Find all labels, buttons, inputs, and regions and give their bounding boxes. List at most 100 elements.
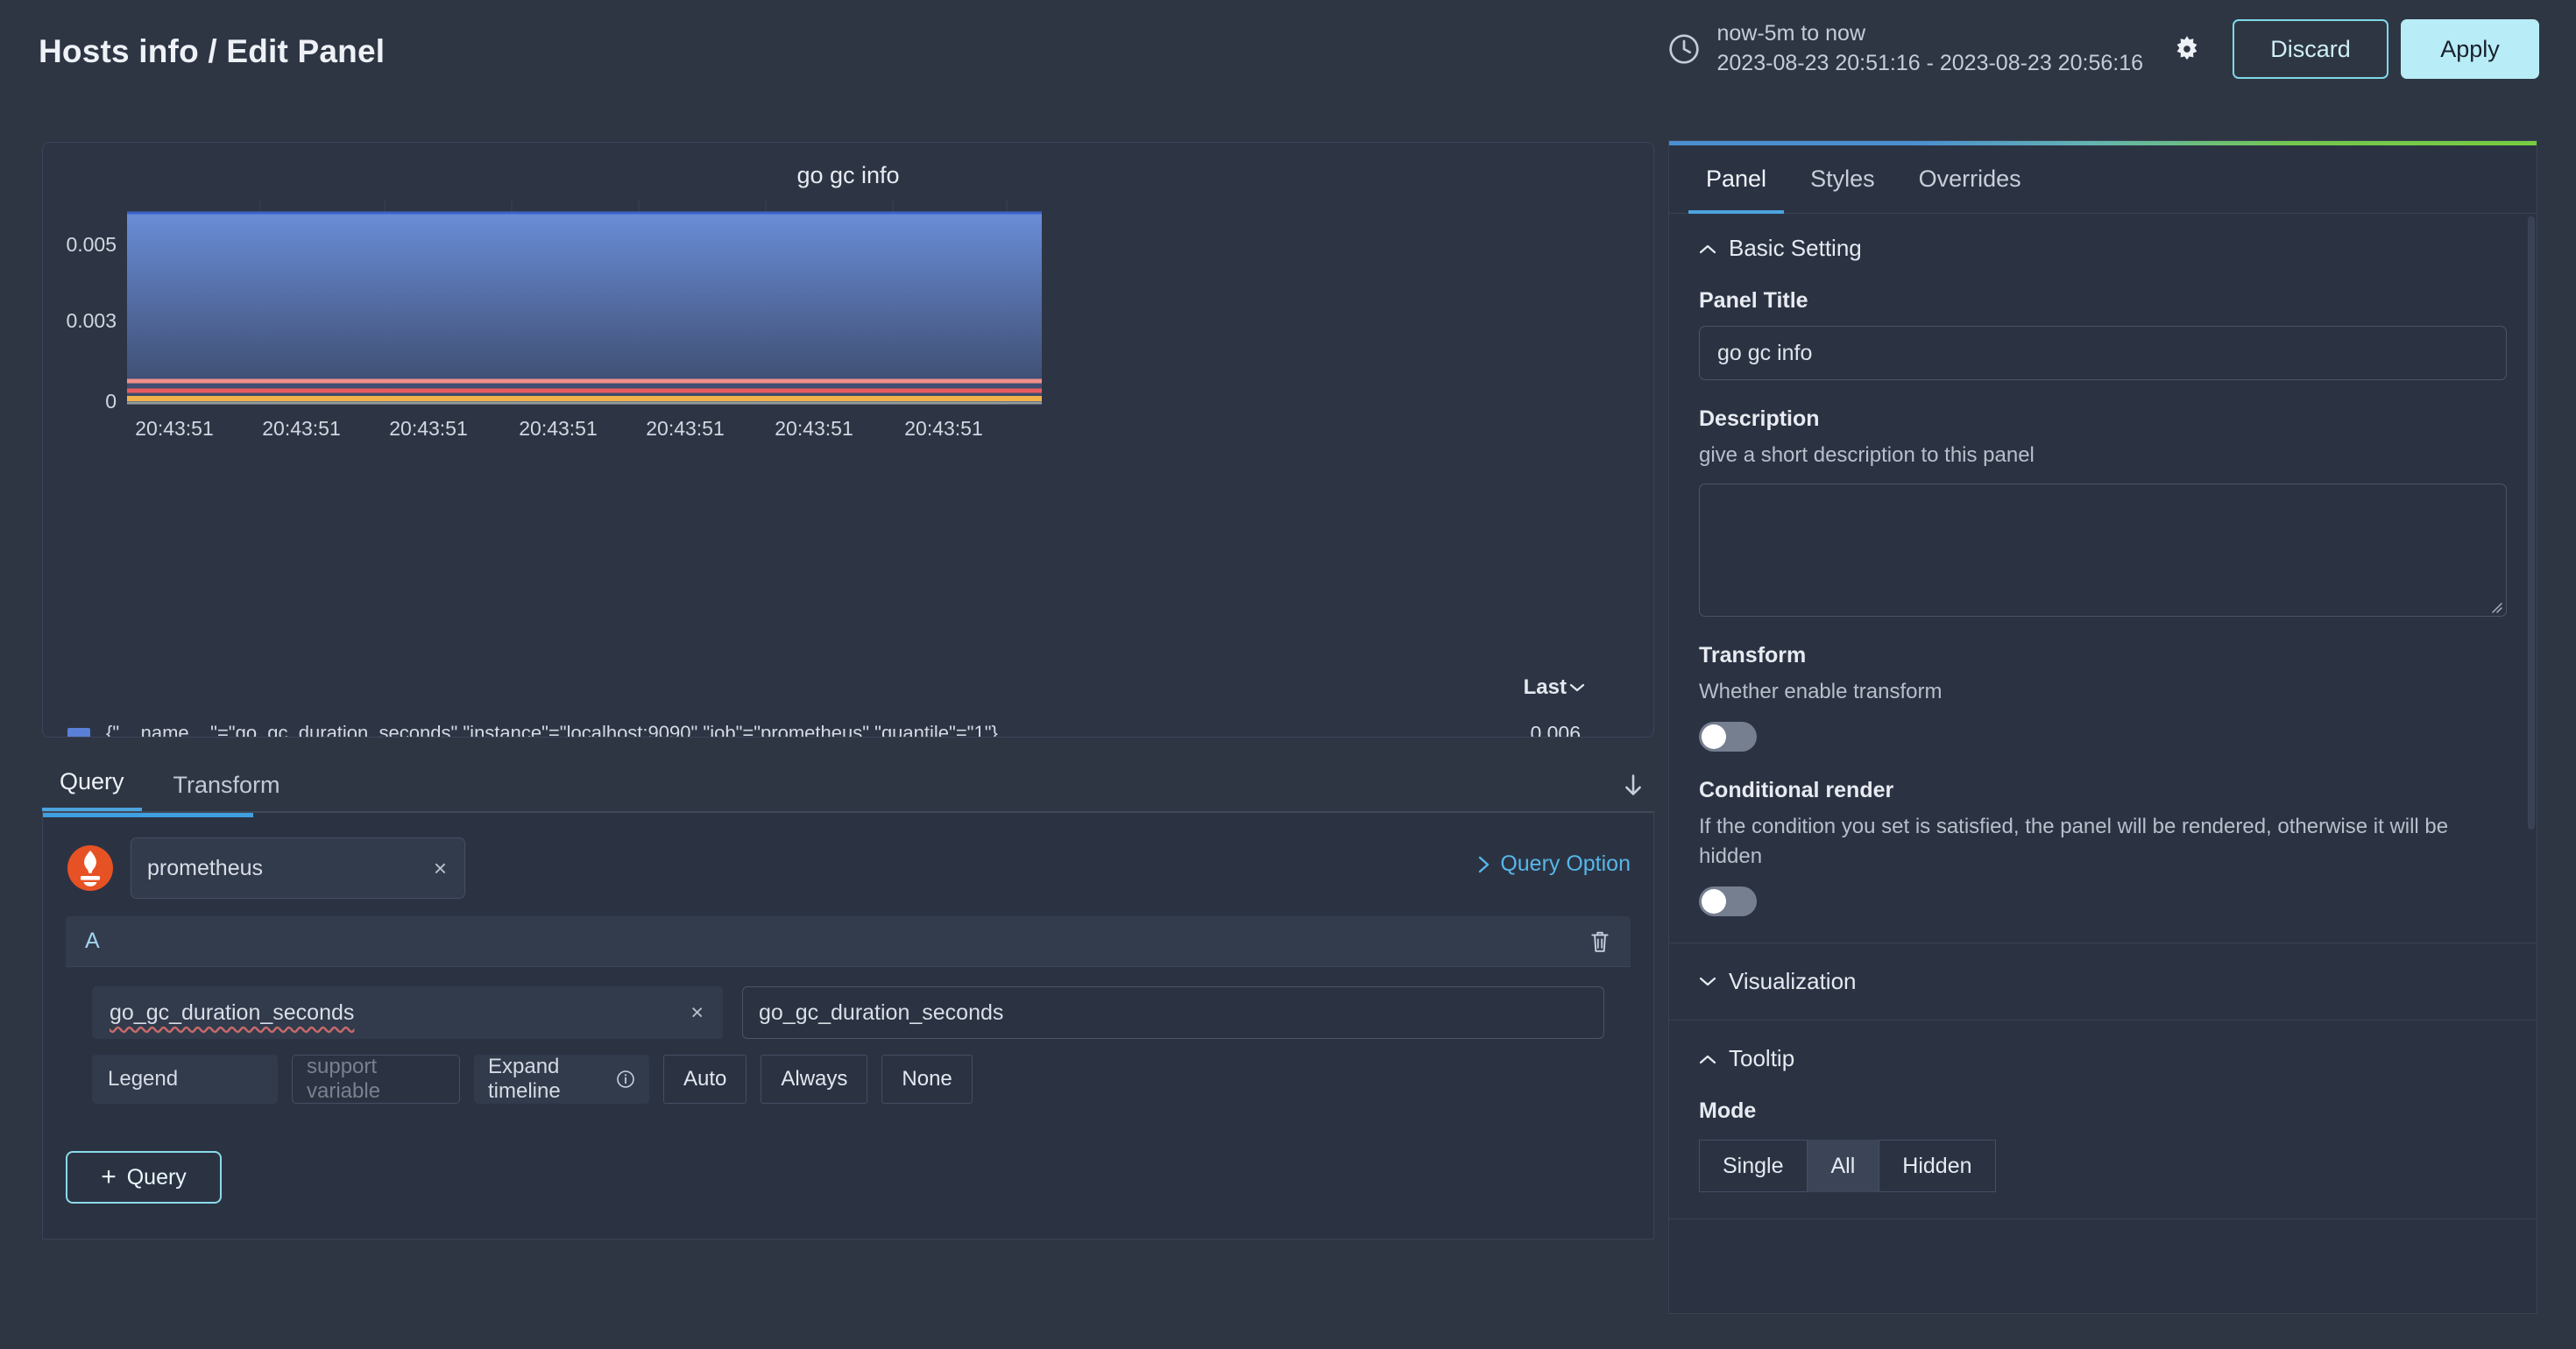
section-tooltip: Tooltip Mode Single All Hidden xyxy=(1669,1021,2537,1220)
query-editor-body: prometheus × Query Option A go_gc_durati… xyxy=(42,813,1654,1240)
visualization-title: Visualization xyxy=(1729,968,1857,995)
plus-icon: + xyxy=(101,1162,117,1191)
panel-preview-card: go gc info 0.005 0.003 0 20:43:51 20:43:… xyxy=(42,142,1654,738)
discard-button[interactable]: Discard xyxy=(2233,19,2388,79)
chevron-up-icon xyxy=(1699,244,1716,253)
conditional-render-desc: If the condition you set is satisfied, t… xyxy=(1699,814,2449,869)
tooltip-mode-label: Mode xyxy=(1699,1098,1757,1124)
datasource-select[interactable]: prometheus × xyxy=(131,837,465,899)
conditional-render-toggle[interactable] xyxy=(1699,886,1757,917)
query-editor-tabs: Query Transform xyxy=(42,757,1654,811)
gear-icon xyxy=(2176,36,2197,60)
resize-grip-icon[interactable] xyxy=(2488,599,2502,613)
transform-label: Transform xyxy=(1699,642,1807,667)
legend-item[interactable]: {"__name__"="go_gc_duration_seconds","in… xyxy=(43,712,1653,738)
page-title: Hosts info / Edit Panel xyxy=(39,33,386,69)
svg-text:20:43:51: 20:43:51 xyxy=(135,417,214,440)
tooltip-mode-hidden[interactable]: Hidden xyxy=(1879,1140,1996,1193)
tab-styles[interactable]: Styles xyxy=(1793,145,1893,214)
expand-option-none[interactable]: None xyxy=(881,1055,973,1104)
chevron-right-icon xyxy=(1479,856,1490,872)
close-icon[interactable]: × xyxy=(690,1000,704,1026)
clock-icon xyxy=(1668,34,1699,64)
query-ref-id[interactable]: A xyxy=(85,929,100,954)
legend-color-swatch xyxy=(67,728,90,737)
expand-timeline-label: Expand timeline xyxy=(474,1055,649,1104)
panel-title-label: Panel Title xyxy=(1699,288,1808,313)
header-actions: now-5m to now 2023-08-23 20:51:16 - 2023… xyxy=(1667,19,2539,79)
tab-overrides[interactable]: Overrides xyxy=(1901,145,2039,214)
basic-setting-header[interactable]: Basic Setting xyxy=(1699,235,2507,262)
metric-input[interactable]: go_gc_duration_seconds × xyxy=(92,986,723,1039)
panel-preview-title: go gc info xyxy=(796,162,900,188)
add-query-button[interactable]: + Query xyxy=(66,1151,222,1204)
svg-text:20:43:51: 20:43:51 xyxy=(904,417,983,440)
query-option-toggle[interactable]: Query Option xyxy=(1477,851,1631,877)
expand-option-always[interactable]: Always xyxy=(761,1055,868,1104)
chevron-down-icon xyxy=(1699,977,1716,985)
tooltip-mode-all[interactable]: All xyxy=(1807,1140,1879,1193)
svg-text:20:43:51: 20:43:51 xyxy=(389,417,468,440)
toggle-knob xyxy=(1702,724,1726,749)
section-visualization: Visualization xyxy=(1669,943,2537,1021)
close-icon[interactable]: × xyxy=(434,855,447,882)
transform-toggle[interactable] xyxy=(1699,721,1757,752)
apply-button[interactable]: Apply xyxy=(2401,19,2539,79)
expression-input[interactable]: go_gc_duration_seconds xyxy=(742,986,1604,1039)
svg-text:20:43:51: 20:43:51 xyxy=(519,417,598,440)
collapse-editor-button[interactable] xyxy=(1621,773,1645,799)
query-metric-row: go_gc_duration_seconds × go_gc_duration_… xyxy=(92,986,1604,1039)
tooltip-mode-single[interactable]: Single xyxy=(1699,1140,1808,1193)
tab-query[interactable]: Query xyxy=(42,765,142,811)
query-loading-bar xyxy=(43,813,253,817)
description-textarea[interactable] xyxy=(1699,483,2507,617)
legend-series-value: 0.006 xyxy=(1530,721,1581,738)
svg-text:20:43:51: 20:43:51 xyxy=(775,417,853,440)
time-range-relative: now-5m to now xyxy=(1716,21,1866,46)
datasource-value: prometheus xyxy=(147,855,264,880)
visualization-header[interactable]: Visualization xyxy=(1699,968,2507,995)
x-tick-labels: 20:43:51 20:43:51 20:43:51 20:43:51 20:4… xyxy=(135,417,983,440)
arrow-down-icon xyxy=(1625,774,1641,795)
time-range-absolute: 2023-08-23 20:51:16 - 2023-08-23 20:56:1… xyxy=(1716,51,2144,75)
trash-icon[interactable] xyxy=(1589,929,1611,955)
metric-value: go_gc_duration_seconds xyxy=(110,999,355,1025)
chevron-up-icon xyxy=(1699,1055,1716,1063)
add-query-label: Query xyxy=(126,1164,187,1190)
y-tick-0003: 0.003 xyxy=(66,309,117,332)
chart-plot-area[interactable]: 0.005 0.003 0 20:43:51 20:43:51 20:43:51… xyxy=(43,201,1653,639)
panel-options-sidebar: Panel Styles Overrides Basic Setting Pan… xyxy=(1668,140,2537,1314)
header-bar: Hosts info / Edit Panel now-5m to now 20… xyxy=(0,0,2576,130)
section-basic-setting: Basic Setting Panel Title go gc info Des… xyxy=(1669,214,2537,944)
y-tick-0005: 0.005 xyxy=(66,233,117,256)
sidebar-scrollbar[interactable] xyxy=(2528,216,2535,830)
legend-series-label: {"__name__"="go_gc_duration_seconds","in… xyxy=(106,722,998,738)
series-area-blue xyxy=(127,213,1042,404)
timeseries-chart: 0.005 0.003 0 20:43:51 20:43:51 20:43:51… xyxy=(66,201,1042,440)
query-item-header: A xyxy=(66,916,1631,967)
query-item-body: go_gc_duration_seconds × go_gc_duration_… xyxy=(66,967,1631,1127)
query-item-A: A go_gc_duration_seconds × go_gc_duratio… xyxy=(66,916,1631,1127)
tooltip-mode-group: Single All Hidden xyxy=(1699,1140,2507,1193)
tab-transform[interactable]: Transform xyxy=(156,768,298,811)
legend-header: Last xyxy=(43,668,1653,712)
sidebar-tabs: Panel Styles Overrides xyxy=(1669,145,2537,214)
svg-text:20:43:51: 20:43:51 xyxy=(262,417,341,440)
panel-title-input[interactable]: go gc info xyxy=(1699,326,2507,380)
settings-button[interactable] xyxy=(2168,30,2206,68)
transform-desc: Whether enable transform xyxy=(1699,679,1943,703)
legend-stat-label: Last xyxy=(1523,675,1567,699)
svg-text:20:43:51: 20:43:51 xyxy=(646,417,725,440)
tooltip-header[interactable]: Tooltip xyxy=(1699,1045,2507,1072)
left-column: go gc info 0.005 0.003 0 20:43:51 20:43:… xyxy=(42,142,1654,1298)
query-option-label: Query Option xyxy=(1500,851,1631,876)
expand-option-auto[interactable]: Auto xyxy=(663,1055,747,1104)
y-tick-0: 0 xyxy=(105,390,117,413)
legend-field-label: Legend xyxy=(92,1055,278,1104)
tab-panel[interactable]: Panel xyxy=(1688,145,1784,214)
time-range-picker[interactable]: now-5m to now 2023-08-23 20:51:16 - 2023… xyxy=(1667,19,2144,79)
legend-format-input[interactable]: support variable xyxy=(292,1055,460,1104)
legend-stat-header[interactable]: Last xyxy=(1524,675,1585,700)
datasource-row: prometheus × Query Option xyxy=(66,834,1631,902)
info-icon[interactable] xyxy=(616,1070,635,1089)
